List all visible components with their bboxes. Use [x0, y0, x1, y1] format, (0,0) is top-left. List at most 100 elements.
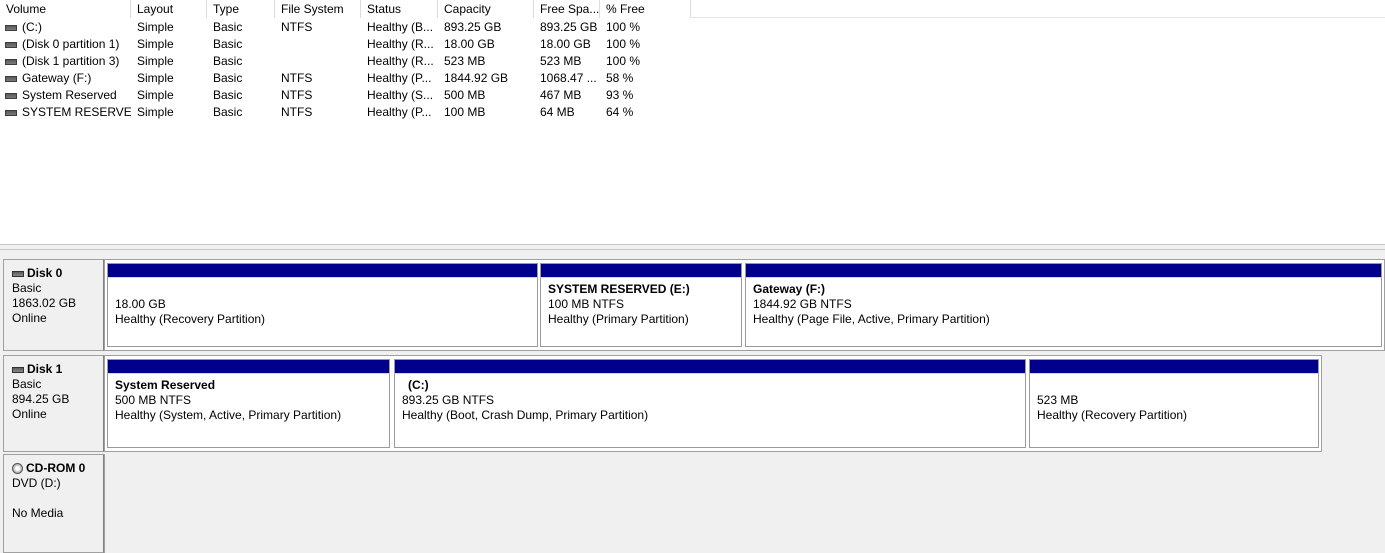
partition-bar [107, 263, 538, 277]
column-header-percent-free[interactable]: % Free [600, 0, 691, 18]
disk-1-empty-space [1322, 355, 1385, 452]
cell-layout: Simple [137, 71, 174, 85]
cdrom-area [104, 454, 1385, 553]
disk-row-1: Disk 1 Basic 894.25 GB Online System Res… [0, 355, 1385, 452]
disk-kind: Basic [12, 281, 42, 295]
disk-kind: Basic [12, 377, 42, 391]
cell-file-system: NTFS [281, 105, 313, 119]
partition-bar [745, 263, 1382, 277]
cell-file-system [275, 53, 361, 70]
cell-status: Healthy (B... [367, 20, 434, 34]
table-row[interactable]: Gateway (F:) Simple Basic NTFS Healthy (P...… [0, 70, 1385, 87]
partition-title: (C:) [408, 378, 429, 392]
cell-status: Healthy (P... [367, 71, 432, 85]
partition-c[interactable]: (C:) 893.25 GB NTFS Healthy (Boot, Crash… [394, 359, 1026, 448]
column-header-status[interactable]: Status [361, 0, 438, 18]
disk-size: 1863.02 GB [12, 296, 77, 310]
partition-body: 523 MB Healthy (Recovery Partition) [1029, 373, 1319, 448]
partition-status: Healthy (Primary Partition) [548, 312, 689, 326]
partition-body: (C:) 893.25 GB NTFS Healthy (Boot, Crash… [394, 373, 1026, 448]
cell-percent-free: 100 % [606, 37, 641, 51]
partition-size: 1844.92 GB NTFS [753, 297, 852, 311]
cd-rom-icon [12, 463, 23, 474]
partition-body: 18.00 GB Healthy (Recovery Partition) [107, 277, 538, 347]
cell-status: Healthy (P... [367, 105, 432, 119]
disk-management-window: Volume Layout Type File System Status Ca… [0, 0, 1385, 553]
disk-name: Disk 1 [27, 362, 63, 376]
table-row[interactable]: (C:) Simple Basic NTFS Healthy (B... 893.25 G… [0, 19, 1385, 36]
cell-status: Healthy (R... [367, 37, 434, 51]
cell-type: Basic [213, 54, 243, 68]
cell-layout: Simple [137, 54, 174, 68]
table-row[interactable]: (Disk 0 partition 1) Simple Basic Healthy (… [0, 36, 1385, 53]
partition-gateway-f[interactable]: Gateway (F:) 1844.92 GB NTFS Healthy (Pa… [745, 263, 1382, 347]
table-row[interactable]: System Reserved Simple Basic NTFS Healthy (S… [0, 87, 1385, 104]
cell-volume: System Reserved [22, 88, 117, 102]
column-header-file-system[interactable]: File System [275, 0, 361, 18]
partition-size: 500 MB NTFS [115, 393, 192, 407]
disk-size: 894.25 GB [12, 392, 70, 406]
partition-size: 523 MB [1037, 393, 1079, 407]
cell-capacity: 500 MB [444, 88, 486, 102]
disk-row-0: Disk 0 Basic 1863.02 GB Online 18.00 GB … [0, 259, 1385, 351]
volume-list-header: Volume Layout Type File System Status Ca… [0, 0, 1385, 18]
partition-title: SYSTEM RESERVED (E:) [548, 282, 690, 296]
cell-capacity: 523 MB [444, 54, 486, 68]
cell-percent-free: 58 % [606, 71, 634, 85]
cell-layout: Simple [137, 37, 174, 51]
partition-title: Gateway (F:) [753, 282, 826, 296]
cell-volume: Gateway (F:) [22, 71, 92, 85]
cell-layout: Simple [137, 105, 174, 119]
disk-label-0[interactable]: Disk 0 Basic 1863.02 GB Online [3, 259, 104, 351]
cell-capacity: 1844.92 GB [444, 71, 509, 85]
cdrom-label[interactable]: CD-ROM 0 DVD (D:) No Media [3, 454, 104, 553]
cell-capacity: 893.25 GB [444, 20, 502, 34]
disk-map: Disk 0 Basic 1863.02 GB Online 18.00 GB … [0, 250, 1385, 553]
partition-body: SYSTEM RESERVED (E:) 100 MB NTFS Healthy… [540, 277, 742, 347]
cell-file-system: NTFS [281, 71, 313, 85]
cell-status: Healthy (S... [367, 88, 434, 102]
column-header-layout[interactable]: Layout [131, 0, 207, 18]
column-header-capacity[interactable]: Capacity [438, 0, 534, 18]
partition-status: Healthy (System, Active, Primary Partiti… [115, 408, 342, 422]
disk-1-partitions: System Reserved 500 MB NTFS Healthy (Sys… [104, 355, 1322, 452]
table-row[interactable]: (Disk 1 partition 3) Simple Basic Healthy (… [0, 53, 1385, 70]
partition-bar [1029, 359, 1319, 373]
partition-system-reserved-e[interactable]: SYSTEM RESERVED (E:) 100 MB NTFS Healthy… [540, 263, 742, 347]
cell-percent-free: 93 % [606, 88, 634, 102]
partition-system-reserved[interactable]: System Reserved 500 MB NTFS Healthy (Sys… [107, 359, 390, 448]
cell-free-space: 18.00 GB [540, 37, 591, 51]
cell-capacity: 100 MB [444, 105, 486, 119]
partition-disk1-recovery[interactable]: 523 MB Healthy (Recovery Partition) [1029, 359, 1319, 448]
cell-type: Basic [213, 37, 243, 51]
volume-list[interactable]: Volume Layout Type File System Status Ca… [0, 0, 1385, 244]
column-header-free-space[interactable]: Free Spa... [534, 0, 600, 18]
disk-name: Disk 0 [27, 266, 63, 280]
disk-icon [12, 366, 24, 373]
disk-label-1[interactable]: Disk 1 Basic 894.25 GB Online [3, 355, 104, 452]
column-header-volume[interactable]: Volume [0, 0, 131, 18]
cell-percent-free: 100 % [606, 20, 641, 34]
partition-disk0-recovery[interactable]: 18.00 GB Healthy (Recovery Partition) [107, 263, 538, 347]
column-header-type[interactable]: Type [207, 0, 275, 18]
cell-type: Basic [213, 20, 243, 34]
cell-capacity: 18.00 GB [444, 37, 495, 51]
cell-free-space: 1068.47 ... [540, 71, 597, 85]
partition-title: System Reserved [115, 378, 216, 392]
partition-bar [394, 359, 1026, 373]
partition-body: Gateway (F:) 1844.92 GB NTFS Healthy (Pa… [745, 277, 1382, 347]
partition-status: Healthy (Recovery Partition) [1037, 408, 1188, 422]
partition-status: Healthy (Recovery Partition) [115, 312, 266, 326]
table-row[interactable]: SYSTEM RESERVED... Simple Basic NTFS Healthy… [0, 104, 1385, 121]
cell-status: Healthy (R... [367, 54, 434, 68]
cell-volume: SYSTEM RESERVED... [22, 105, 131, 119]
cdrom-name: CD-ROM 0 [26, 461, 86, 475]
cell-file-system [275, 36, 361, 53]
disk-state: Online [12, 311, 47, 325]
cell-free-space: 467 MB [540, 88, 582, 102]
partition-bar [540, 263, 742, 277]
cell-file-system: NTFS [281, 20, 313, 34]
partition-size: 100 MB NTFS [548, 297, 625, 311]
partition-size: 893.25 GB NTFS [402, 393, 495, 407]
partition-body: System Reserved 500 MB NTFS Healthy (Sys… [107, 373, 390, 448]
